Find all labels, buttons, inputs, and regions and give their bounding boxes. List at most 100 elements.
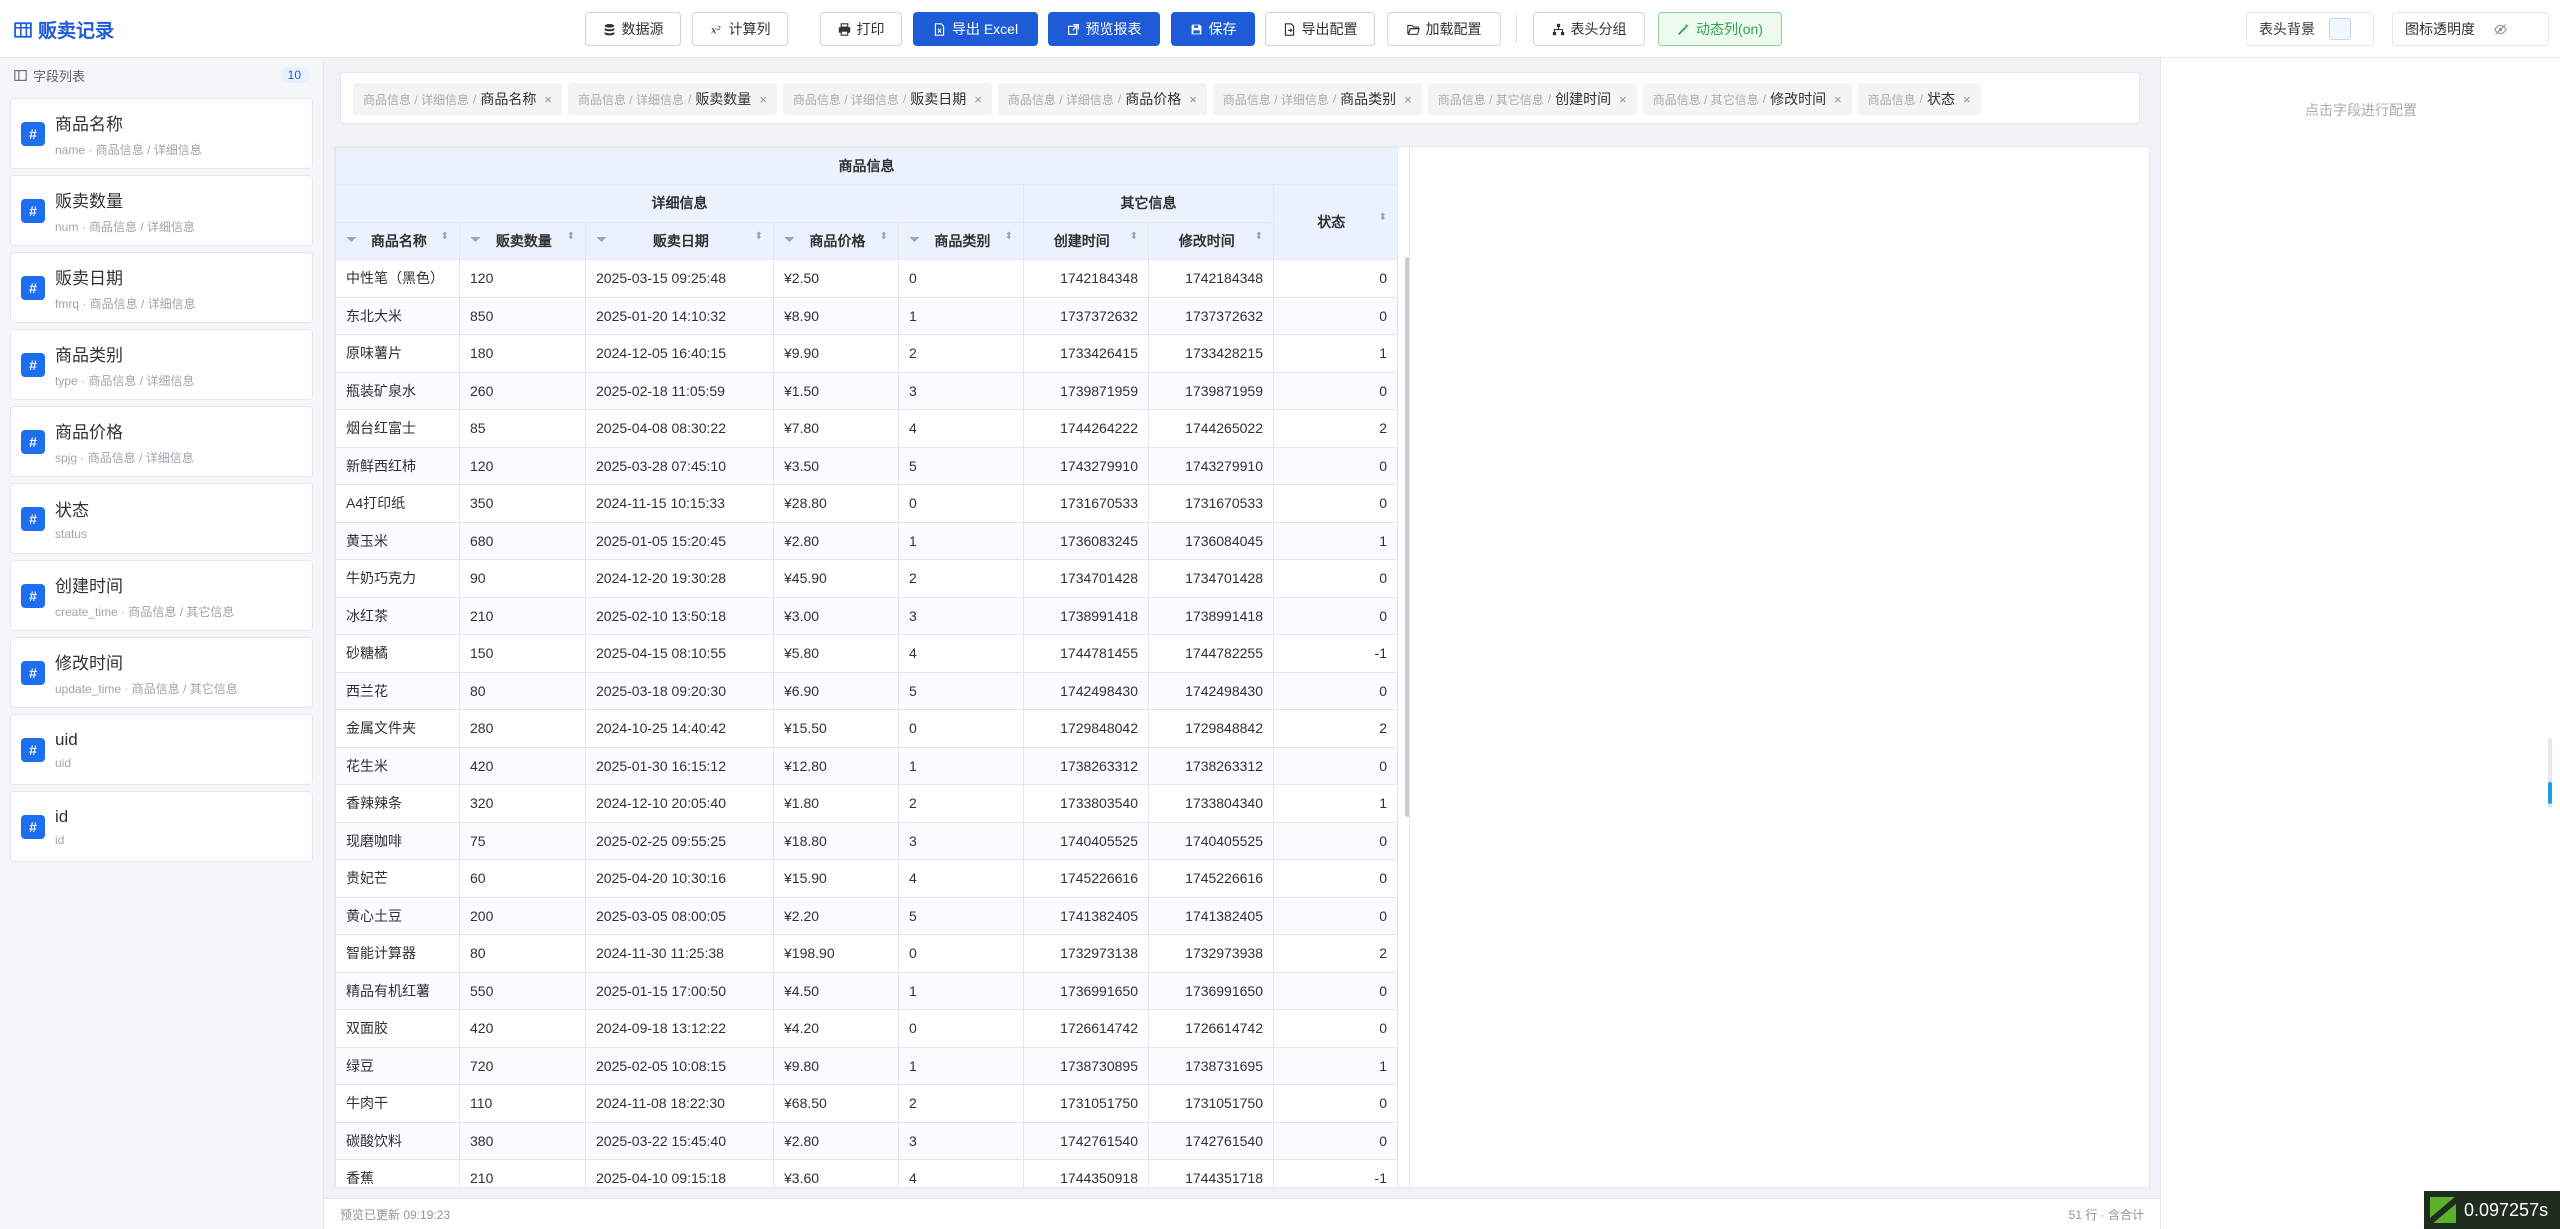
column-header[interactable]: ⏷ 商品类别 ⬍ — [898, 221, 1024, 260]
table-row[interactable]: 绿豆 720 2025-02-05 10:08:15 ¥9.80 1 1738730895… — [335, 1046, 1398, 1085]
field-item[interactable]: # 商品名称 name · 商品信息 / 详细信息 — [10, 98, 313, 169]
close-icon[interactable]: × — [1404, 92, 1412, 107]
page-scrollbar-thumb[interactable] — [2548, 782, 2552, 804]
table-row[interactable]: 牛肉干 110 2024-11-08 18:22:30 ¥68.50 2 17310517… — [335, 1084, 1398, 1123]
close-icon[interactable]: × — [1189, 92, 1197, 107]
column-header[interactable]: 修改时间 ⬍ — [1148, 221, 1274, 260]
icon-opacity-setting[interactable]: 图标透明度 — [2392, 12, 2549, 46]
save-button[interactable]: 保存 — [1171, 12, 1255, 46]
field-item[interactable]: # 商品类别 type · 商品信息 / 详细信息 — [10, 329, 313, 400]
column-header-label: 贩卖日期 — [652, 232, 709, 249]
table-row[interactable]: 精品有机红薯 550 2025-01-15 17:00:50 ¥4.50 1 173699… — [335, 971, 1398, 1010]
column-header[interactable]: ⏷ 商品价格 ⬍ — [773, 221, 899, 260]
table-row[interactable]: 西兰花 80 2025-03-18 09:20:30 ¥6.90 5 1742498430… — [335, 671, 1398, 710]
column-header[interactable]: ⏷ 商品名称 ⬍ — [335, 221, 460, 260]
table-row[interactable]: 瓶装矿泉水 260 2025-02-18 11:05:59 ¥1.50 3 1739871… — [335, 371, 1398, 410]
sort-icon[interactable]: ⬍ — [1255, 231, 1263, 242]
header-group-button[interactable]: 表头分组 — [1533, 12, 1645, 46]
field-chip[interactable]: 商品信息 / 详细信息 / 商品价格 × — [997, 83, 1207, 115]
column-header[interactable]: 创建时间 ⬍ — [1023, 221, 1149, 260]
table-row[interactable]: 牛奶巧克力 90 2024-12-20 19:30:28 ¥45.90 2 1734701… — [335, 559, 1398, 598]
close-icon[interactable]: × — [974, 92, 982, 107]
report-preview[interactable]: 商品信息 详细信息 其它信息 状态 ⬍ ⏷ 商品名称 ⬍ ⏷ 贩卖数量 ⬍ ⏷ 贩卖日期 ⬍ ⏷ 商品… — [335, 147, 1410, 1187]
table-scrollbar[interactable] — [1405, 257, 1409, 817]
preview-report-button[interactable]: 预览报表 — [1048, 12, 1160, 46]
chip-path: 商品信息 / 详细信息 — [1007, 92, 1114, 107]
filter-icon[interactable]: ⏷ — [346, 231, 357, 248]
table-cell: 2 — [898, 334, 1024, 373]
header-bg-color-swatch[interactable] — [2329, 18, 2351, 40]
eye-slash-icon[interactable] — [2489, 18, 2511, 40]
sort-icon[interactable]: ⬍ — [1005, 231, 1013, 242]
table-row[interactable]: 东北大米 850 2025-01-20 14:10:32 ¥8.90 1 17373726… — [335, 296, 1398, 335]
print-icon — [838, 22, 850, 36]
sort-icon[interactable]: ⬍ — [567, 231, 575, 242]
sort-icon[interactable]: ⬍ — [880, 231, 888, 242]
close-icon[interactable]: × — [544, 92, 552, 107]
filter-icon[interactable]: ⏷ — [470, 231, 481, 248]
field-sidebar: 字段列表 10 # 商品名称 name · 商品信息 / 详细信息 # 贩卖数量 num … — [0, 58, 324, 1229]
table-row[interactable]: A4打印纸 350 2024-11-15 10:15:33 ¥28.80 0 173167… — [335, 484, 1398, 523]
table-row[interactable]: 新鲜西红柿 120 2025-03-28 07:45:10 ¥3.50 5 1743279… — [335, 446, 1398, 485]
table-row[interactable]: 贵妃芒 60 2025-04-20 10:30:16 ¥15.90 4 174522661… — [335, 859, 1398, 898]
header-bg-setting[interactable]: 表头背景 — [2246, 12, 2374, 46]
field-chip[interactable]: 商品信息 / 其它信息 / 修改时间 × — [1642, 83, 1852, 115]
page-scrollbar[interactable] — [2548, 738, 2552, 808]
table-cell: 2025-03-28 07:45:10 — [585, 446, 774, 485]
table-row[interactable]: 现磨咖啡 75 2025-02-25 09:55:25 ¥18.80 3 17404055… — [335, 821, 1398, 860]
column-header-status[interactable]: 状态 ⬍ — [1273, 184, 1398, 260]
table-row[interactable]: 原味薯片 180 2024-12-05 16:40:15 ¥9.90 2 17334264… — [335, 334, 1398, 373]
field-chip[interactable]: 商品信息 / 状态 × — [1857, 83, 1981, 115]
field-name: 创建时间 — [55, 576, 123, 596]
calc-column-button[interactable]: x² 计算列 — [692, 12, 788, 46]
export-excel-button[interactable]: 导出 Excel — [913, 12, 1038, 46]
table-row[interactable]: 金属文件夹 280 2024-10-25 14:40:42 ¥15.50 0 172984… — [335, 709, 1398, 748]
table-row[interactable]: 双面胶 420 2024-09-18 13:12:22 ¥4.20 0 172661474… — [335, 1009, 1398, 1048]
hash-icon: # — [21, 506, 45, 531]
table-row[interactable]: 黄玉米 680 2025-01-05 15:20:45 ¥2.80 1 173608324… — [335, 521, 1398, 560]
close-icon[interactable]: × — [1963, 92, 1971, 107]
close-icon[interactable]: × — [759, 92, 767, 107]
filter-icon[interactable]: ⏷ — [596, 231, 607, 248]
field-chip[interactable]: 商品信息 / 详细信息 / 商品名称 × — [353, 83, 562, 115]
datasource-button[interactable]: 数据源 — [585, 12, 681, 46]
column-header[interactable]: ⏷ 贩卖数量 ⬍ — [459, 221, 586, 260]
table-row[interactable]: 香蕉 210 2025-04-10 09:15:18 ¥3.60 4 1744350918… — [335, 1159, 1398, 1187]
dynamic-column-toggle[interactable]: 动态列(on) — [1658, 12, 1782, 46]
close-icon[interactable]: × — [1834, 92, 1842, 107]
column-header[interactable]: ⏷ 贩卖日期 ⬍ — [585, 221, 774, 260]
field-chip[interactable]: 商品信息 / 其它信息 / 创建时间 × — [1427, 83, 1637, 115]
table-row[interactable]: 香辣辣条 320 2024-12-10 20:05:40 ¥1.80 2 17338035… — [335, 784, 1398, 823]
sort-icon[interactable]: ⬍ — [1379, 212, 1387, 223]
field-meta: id — [55, 833, 68, 847]
filter-icon[interactable]: ⏷ — [909, 231, 920, 248]
field-item[interactable]: # 状态 status — [10, 483, 313, 554]
sort-icon[interactable]: ⬍ — [1130, 231, 1138, 242]
table-row[interactable]: 冰红茶 210 2025-02-10 13:50:18 ¥3.00 3 173899141… — [335, 596, 1398, 635]
table-row[interactable]: 智能计算器 80 2024-11-30 11:25:38 ¥198.90 0 173297… — [335, 934, 1398, 973]
field-item[interactable]: # id id — [10, 791, 313, 862]
field-item[interactable]: # 创建时间 create_time · 商品信息 / 其它信息 — [10, 560, 313, 631]
field-item[interactable]: # 商品价格 spjg · 商品信息 / 详细信息 — [10, 406, 313, 477]
close-icon[interactable]: × — [1619, 92, 1627, 107]
filter-icon[interactable]: ⏷ — [784, 231, 795, 248]
sort-icon[interactable]: ⬍ — [755, 231, 763, 242]
table-cell: 0 — [1273, 296, 1398, 335]
table-row[interactable]: 花生米 420 2025-01-30 16:15:12 ¥12.80 1 17382633… — [335, 746, 1398, 785]
field-item[interactable]: # 修改时间 update_time · 商品信息 / 其它信息 — [10, 637, 313, 708]
field-chip[interactable]: 商品信息 / 详细信息 / 商品类别 × — [1212, 83, 1422, 115]
table-row[interactable]: 砂糖橘 150 2025-04-15 08:10:55 ¥5.80 4 174478145… — [335, 634, 1398, 673]
field-item[interactable]: # 贩卖数量 num · 商品信息 / 详细信息 — [10, 175, 313, 246]
table-row[interactable]: 碳酸饮料 380 2025-03-22 15:45:40 ¥2.80 3 17427615… — [335, 1121, 1398, 1160]
field-item[interactable]: # 贩卖日期 fmrq · 商品信息 / 详细信息 — [10, 252, 313, 323]
field-item[interactable]: # uid uid — [10, 714, 313, 785]
load-config-button[interactable]: 加载配置 — [1387, 12, 1501, 46]
sort-icon[interactable]: ⬍ — [441, 231, 449, 242]
field-chip[interactable]: 商品信息 / 详细信息 / 贩卖数量 × — [567, 83, 777, 115]
table-row[interactable]: 烟台红富士 85 2025-04-08 08:30:22 ¥7.80 4 17442642… — [335, 409, 1398, 448]
export-config-button[interactable]: 导出配置 — [1265, 12, 1375, 46]
table-row[interactable]: 中性笔（黑色） 120 2025-03-15 09:25:48 ¥2.50 0 17421… — [335, 259, 1398, 298]
print-button[interactable]: 打印 — [820, 12, 902, 46]
field-chip[interactable]: 商品信息 / 详细信息 / 贩卖日期 × — [782, 83, 992, 115]
table-row[interactable]: 黄心土豆 200 2025-03-05 08:00:05 ¥2.20 5 17413824… — [335, 896, 1398, 935]
